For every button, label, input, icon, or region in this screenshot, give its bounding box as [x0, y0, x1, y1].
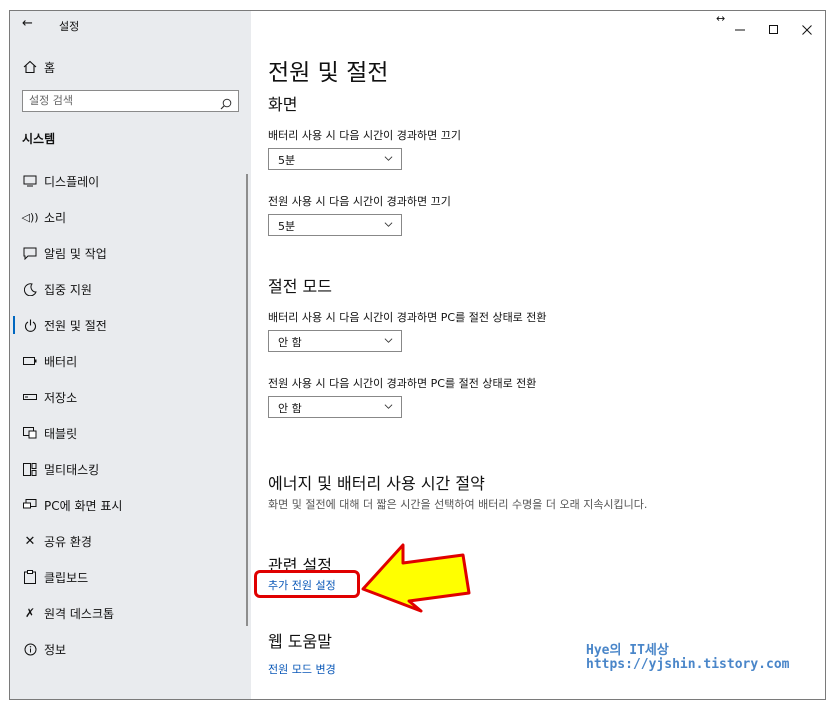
- sidebar-item-display[interactable]: 디스플레이: [10, 163, 251, 199]
- watermark-line2: https://yjshin.tistory.com: [586, 657, 790, 672]
- screen-battery-label: 배터리 사용 시 다음 시간이 경과하면 끄기: [268, 129, 462, 142]
- sidebar-item-focus-assist[interactable]: 집중 지원: [10, 271, 251, 307]
- sidebar: ← 설정 홈 시스템 디스플레이 ◁)) 소리: [10, 11, 251, 699]
- sleep-plugged-label: 전원 사용 시 다음 시간이 경과하면 PC를 절전 상태로 전환: [268, 377, 537, 390]
- chevron-down-icon: [384, 222, 393, 227]
- dropdown-value: 5분: [278, 220, 296, 233]
- sidebar-item-shared-experiences[interactable]: ✕ 공유 환경: [10, 523, 251, 559]
- sidebar-item-notifications[interactable]: 알림 및 작업: [10, 235, 251, 271]
- notification-icon: [22, 245, 38, 261]
- close-icon[interactable]: [802, 20, 812, 39]
- sleep-battery-label: 배터리 사용 시 다음 시간이 경과하면 PC를 절전 상태로 전환: [268, 311, 547, 324]
- display-icon: [22, 173, 38, 189]
- sidebar-item-label: 원격 데스크톱: [44, 606, 115, 621]
- sidebar-item-storage[interactable]: 저장소: [10, 379, 251, 415]
- dropdown-value: 안 함: [278, 402, 302, 415]
- chevron-down-icon: [384, 156, 393, 161]
- sidebar-item-remote-desktop[interactable]: ✗ 원격 데스크톱: [10, 595, 251, 631]
- sidebar-section-title: 시스템: [22, 132, 56, 146]
- page-title: 전원 및 절전: [268, 60, 389, 86]
- tablet-icon: [22, 425, 38, 441]
- sidebar-item-label: 알림 및 작업: [44, 246, 107, 261]
- project-icon: [22, 497, 38, 513]
- search-box[interactable]: [22, 90, 239, 112]
- sidebar-item-power-sleep[interactable]: 전원 및 절전: [10, 307, 251, 343]
- settings-window: ← 설정 홈 시스템 디스플레이 ◁)) 소리: [9, 10, 826, 700]
- power-icon: [22, 317, 38, 333]
- change-power-mode-link[interactable]: 전원 모드 변경: [268, 661, 336, 677]
- main-content: ↔ 전원 및 절전 화면 배터리 사용 시 다음 시간이 경과하면 끄기 5분 …: [251, 11, 825, 699]
- sleep-plugged-dropdown[interactable]: 안 함: [268, 396, 402, 418]
- yellow-arrow-annotation: [361, 543, 471, 613]
- minimize-icon[interactable]: [735, 17, 745, 36]
- sidebar-item-label: 소리: [44, 210, 67, 225]
- screen-plugged-dropdown[interactable]: 5분: [268, 214, 402, 236]
- watermark-line1: Hye의 IT세상: [586, 643, 669, 658]
- sidebar-item-home[interactable]: 홈: [10, 49, 251, 85]
- sidebar-item-label: 배터리: [44, 354, 78, 369]
- clipboard-icon: [22, 569, 38, 585]
- sidebar-scrollbar[interactable]: [246, 174, 248, 626]
- back-arrow-icon[interactable]: ←: [22, 16, 33, 31]
- sleep-heading: 절전 모드: [268, 277, 332, 296]
- sidebar-item-label: 정보: [44, 642, 67, 657]
- sidebar-item-clipboard[interactable]: 클립보드: [10, 559, 251, 595]
- battery-icon: [22, 353, 38, 369]
- dropdown-value: 안 함: [278, 336, 302, 349]
- sidebar-item-label: 공유 환경: [44, 534, 92, 549]
- sidebar-item-multitasking[interactable]: 멀티태스킹: [10, 451, 251, 487]
- sound-icon: ◁)): [21, 210, 39, 224]
- chevron-down-icon: [384, 404, 393, 409]
- sleep-battery-dropdown[interactable]: 안 함: [268, 330, 402, 352]
- info-icon: [22, 641, 38, 657]
- window-title: 설정: [59, 20, 80, 33]
- resize-icon: ↔: [716, 12, 726, 25]
- sidebar-item-label: 집중 지원: [44, 282, 92, 297]
- search-icon[interactable]: [220, 95, 232, 114]
- sidebar-item-label: 저장소: [44, 390, 78, 405]
- remote-desktop-icon: ✗: [24, 606, 36, 620]
- sidebar-item-battery[interactable]: 배터리: [10, 343, 251, 379]
- energy-heading: 에너지 및 배터리 사용 시간 절약: [268, 474, 485, 493]
- search-input[interactable]: [29, 94, 209, 107]
- web-help-heading: 웹 도움말: [268, 632, 332, 651]
- shared-experiences-icon: ✕: [24, 533, 36, 549]
- screen-battery-dropdown[interactable]: 5분: [268, 148, 402, 170]
- sidebar-item-label: 멀티태스킹: [44, 462, 100, 477]
- chevron-down-icon: [384, 338, 393, 343]
- energy-description: 화면 및 절전에 대해 더 짧은 시간을 선택하여 배터리 수명을 더 오래 지…: [268, 498, 648, 511]
- sidebar-item-label: 전원 및 절전: [44, 318, 107, 333]
- additional-power-settings-link[interactable]: 추가 전원 설정: [268, 577, 336, 593]
- sidebar-item-label: 디스플레이: [44, 174, 100, 189]
- maximize-icon[interactable]: [769, 20, 779, 39]
- home-icon: [22, 59, 38, 75]
- sidebar-home-label: 홈: [44, 60, 56, 75]
- sidebar-item-sound[interactable]: ◁)) 소리: [10, 199, 251, 235]
- multitasking-icon: [22, 461, 38, 477]
- focus-assist-icon: [22, 281, 38, 297]
- dropdown-value: 5분: [278, 154, 296, 167]
- sidebar-item-tablet[interactable]: 태블릿: [10, 415, 251, 451]
- sidebar-item-label: 클립보드: [44, 570, 89, 585]
- sidebar-item-label: PC에 화면 표시: [44, 498, 123, 513]
- storage-icon: [22, 389, 38, 405]
- screen-heading: 화면: [268, 95, 298, 114]
- sidebar-item-project[interactable]: PC에 화면 표시: [10, 487, 251, 523]
- sidebar-item-label: 태블릿: [44, 426, 78, 441]
- screen-plugged-label: 전원 사용 시 다음 시간이 경과하면 끄기: [268, 195, 451, 208]
- sidebar-item-about[interactable]: 정보: [10, 631, 251, 667]
